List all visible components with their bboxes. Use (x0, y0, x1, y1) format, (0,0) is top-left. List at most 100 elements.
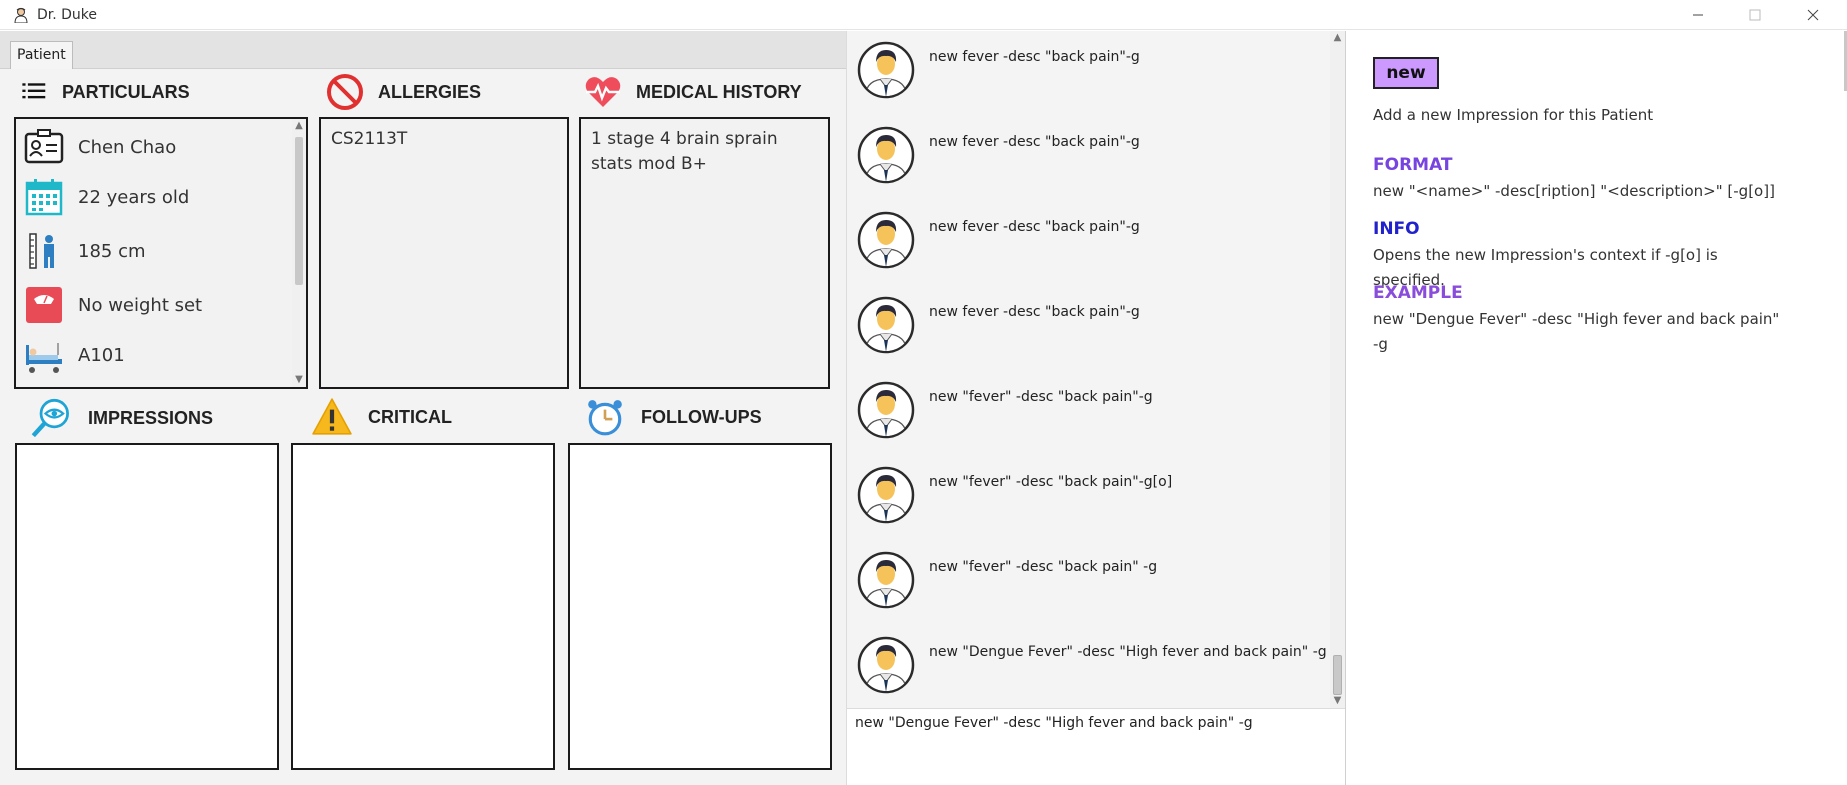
impressions-header: IMPRESSIONS (30, 397, 213, 439)
doctor-avatar-icon (857, 381, 915, 439)
tab-strip: Patient (0, 31, 846, 69)
close-button[interactable] (1790, 0, 1836, 30)
list-icon (22, 83, 46, 99)
medical-history-text: 1 stage 4 brain sprain stats mod B+ (591, 127, 778, 177)
chat-scrollbar[interactable]: ▲ ▼ (1330, 31, 1345, 708)
chat-message-text: new fever -desc "back pain"-g (929, 304, 1140, 320)
particulars-height-row: 185 cm (24, 231, 146, 271)
chat-message-text: new fever -desc "back pain"-g (929, 134, 1140, 150)
height-icon (29, 233, 54, 269)
title-bar: Dr. Duke (0, 0, 1847, 30)
patient-name: Chen Chao (78, 136, 177, 158)
particulars-scrollbar[interactable]: ▲ ▼ (292, 119, 306, 387)
particulars-bed-row: A101 (24, 335, 125, 375)
medical-history-line: stats mod B+ (591, 154, 707, 174)
minimize-icon (1693, 14, 1703, 16)
particulars-title: PARTICULARS (62, 81, 190, 102)
chat-message: new "fever" -desc "back pain" -g (857, 551, 1327, 611)
particulars-age-row: 22 years old (24, 177, 189, 217)
minimize-button[interactable] (1675, 0, 1721, 30)
medical-history-line: 1 stage 4 brain sprain (591, 129, 778, 149)
chat-message: new fever -desc "back pain"-g (857, 296, 1327, 356)
calendar-icon (25, 179, 63, 216)
chat-message: new "fever" -desc "back pain"-g[o] (857, 466, 1327, 526)
patient-age: 22 years old (78, 186, 190, 208)
prohibited-icon (327, 74, 363, 110)
id-card-icon (24, 129, 64, 164)
patient-bed: A101 (78, 344, 125, 366)
allergies-header: ALLERGIES (326, 73, 481, 111)
command-history-pane[interactable]: new fever -desc "back pain"-g new fever -… (846, 31, 1345, 708)
follow-ups-title: FOLLOW-UPS (641, 406, 762, 427)
chat-message: new fever -desc "back pain"-g (857, 126, 1327, 186)
example-line: -g (1373, 335, 1388, 353)
chat-message-text: new "fever" -desc "back pain"-g[o] (929, 474, 1173, 490)
scroll-thumb[interactable] (1333, 655, 1342, 695)
format-heading: FORMAT (1373, 155, 1453, 175)
warning-icon (312, 398, 352, 435)
format-text: new "<name>" -desc[ription] "<descriptio… (1373, 182, 1775, 200)
medical-history-list[interactable]: 1 stage 4 brain sprain stats mod B+ (579, 117, 830, 389)
allergies-list[interactable]: CS2113T (319, 117, 569, 389)
impressions-list[interactable] (15, 443, 279, 770)
scroll-up-arrow-icon[interactable]: ▲ (292, 119, 306, 133)
particulars-name-row: Chen Chao (24, 127, 176, 167)
window-title: Dr. Duke (37, 7, 98, 23)
command-input-box[interactable] (846, 708, 1345, 785)
medical-history-title: MEDICAL HISTORY (636, 81, 802, 102)
chat-message: new fever -desc "back pain"-g (857, 41, 1327, 101)
example-text: new "Dengue Fever" -desc "High fever and… (1373, 307, 1793, 357)
critical-header: CRITICAL (312, 397, 452, 437)
medical-history-header: MEDICAL HISTORY (584, 73, 802, 111)
chat-message: new fever -desc "back pain"-g (857, 211, 1327, 271)
critical-list[interactable] (291, 443, 555, 770)
follow-ups-list[interactable] (568, 443, 832, 770)
alarm-clock-icon (588, 400, 622, 436)
particulars-weight-row: No weight set (24, 285, 202, 325)
allergy-item: CS2113T (331, 129, 408, 149)
scroll-down-arrow-icon[interactable]: ▼ (292, 373, 306, 387)
scroll-thumb[interactable] (295, 137, 303, 285)
follow-ups-header: FOLLOW-UPS (585, 397, 762, 437)
doctor-avatar-icon (857, 551, 915, 609)
doctor-avatar-icon (857, 296, 915, 354)
doctor-avatar-icon (857, 41, 915, 99)
maximize-icon (1749, 9, 1761, 21)
command-input[interactable] (855, 715, 1335, 731)
scroll-up-arrow-icon[interactable]: ▲ (1330, 31, 1345, 45)
close-icon (1807, 9, 1819, 21)
doctor-avatar-icon (857, 466, 915, 524)
patient-weight: No weight set (78, 294, 203, 316)
chat-message-text: new fever -desc "back pain"-g (929, 219, 1140, 235)
eye-search-icon (31, 398, 69, 438)
doctor-app-icon (14, 7, 28, 23)
doctor-avatar-icon (857, 211, 915, 269)
chat-message-text: new "Dengue Fever" -desc "High fever and… (929, 644, 1327, 660)
patient-height: 185 cm (78, 240, 146, 262)
chat-message-text: new fever -desc "back pain"-g (929, 49, 1140, 65)
example-heading: EXAMPLE (1373, 283, 1463, 303)
scroll-down-arrow-icon[interactable]: ▼ (1330, 694, 1345, 708)
example-line: new "Dengue Fever" -desc "High fever and… (1373, 310, 1780, 328)
patient-pane: Patient PARTICULARS ALLERGIES MEDICAL HI… (0, 31, 846, 785)
chat-message-text: new "fever" -desc "back pain" -g (929, 559, 1158, 575)
help-pane: new Add a new Impression for this Patien… (1345, 31, 1847, 785)
particulars-list[interactable]: Chen Chao 22 years old 185 cm No weight … (14, 117, 308, 389)
doctor-avatar-icon (857, 126, 915, 184)
tab-patient[interactable]: Patient (10, 41, 73, 69)
maximize-button[interactable] (1732, 0, 1778, 30)
chat-message-text: new "fever" -desc "back pain"-g (929, 389, 1153, 405)
chat-message: new "Dengue Fever" -desc "High fever and… (857, 636, 1327, 696)
allergies-title: ALLERGIES (378, 81, 482, 102)
impressions-title: IMPRESSIONS (88, 407, 214, 428)
command-description: Add a new Impression for this Patient (1373, 106, 1654, 124)
hospital-bed-icon (26, 343, 62, 373)
particulars-header: PARTICULARS (20, 77, 190, 107)
heart-pulse-icon (585, 77, 621, 107)
info-heading: INFO (1373, 219, 1420, 239)
critical-title: CRITICAL (368, 406, 452, 427)
doctor-avatar-icon (857, 636, 915, 694)
weighing-scale-icon (26, 287, 62, 323)
chat-message: new "fever" -desc "back pain"-g (857, 381, 1327, 441)
command-badge: new (1373, 57, 1439, 89)
